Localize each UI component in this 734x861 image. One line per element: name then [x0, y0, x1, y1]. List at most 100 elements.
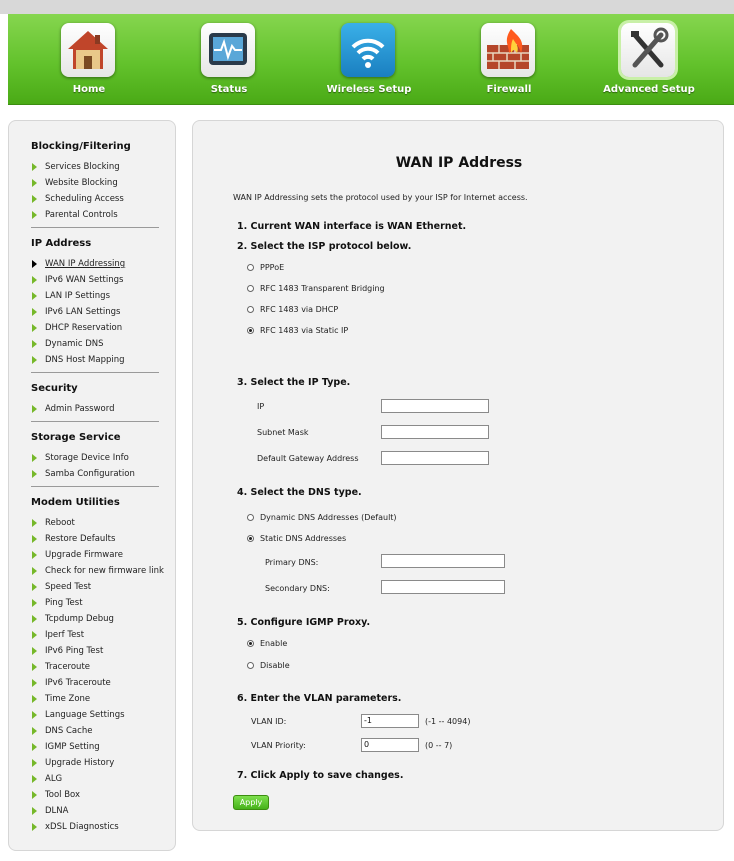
sidebar-item-storage-device-info[interactable]: Storage Device Info: [31, 450, 175, 466]
radio-button[interactable]: [247, 514, 254, 521]
arrow-icon: [32, 615, 37, 623]
arrow-icon: [32, 535, 37, 543]
step-7: 7. Click Apply to save changes.: [237, 770, 404, 781]
sidebar-item-dlna[interactable]: DLNA: [31, 803, 175, 819]
radio-button[interactable]: [247, 306, 254, 313]
radio-dynamic-dns[interactable]: Dynamic DNS Addresses (Default): [247, 513, 397, 522]
gateway-input[interactable]: [381, 451, 489, 465]
secondary-dns-label: Secondary DNS:: [265, 584, 330, 593]
arrow-icon: [32, 775, 37, 783]
arrow-icon: [32, 727, 37, 735]
sidebar-item-wan-ip-addressing[interactable]: WAN IP Addressing: [31, 256, 175, 272]
sidebar-item-igmp-setting[interactable]: IGMP Setting: [31, 739, 175, 755]
arrow-icon: [32, 759, 37, 767]
page-title: WAN IP Address: [395, 155, 523, 171]
radio-igmp-disable[interactable]: Disable: [247, 661, 290, 670]
radio-button-selected[interactable]: [247, 640, 254, 647]
sidebar-item-restore-defaults[interactable]: Restore Defaults: [31, 531, 175, 547]
secondary-dns-input[interactable]: [381, 580, 505, 594]
sidebar-item-xdsl-diagnostics[interactable]: xDSL Diagnostics: [31, 819, 175, 835]
primary-dns-input[interactable]: [381, 554, 505, 568]
sidebar-item-language-settings[interactable]: Language Settings: [31, 707, 175, 723]
arrow-icon: [32, 324, 37, 332]
sidebar-section-modem-utilities: Modem Utilities Reboot Restore Defaults …: [31, 497, 175, 835]
status-icon: [201, 23, 255, 77]
ip-label: IP: [257, 402, 265, 411]
sidebar-item-iperf-test[interactable]: Iperf Test: [31, 627, 175, 643]
nav-home[interactable]: Home: [34, 14, 144, 104]
arrow-icon: [32, 163, 37, 171]
nav-firewall-label: Firewall: [486, 84, 532, 95]
radio-button-selected[interactable]: [247, 327, 254, 334]
radio-igmp-enable[interactable]: Enable: [247, 639, 287, 648]
radio-button-selected[interactable]: [247, 535, 254, 542]
radio-rfc1483-dhcp[interactable]: RFC 1483 via DHCP: [247, 305, 338, 314]
sidebar-item-speed-test[interactable]: Speed Test: [31, 579, 175, 595]
arrow-icon: [32, 679, 37, 687]
arrow-icon: [32, 179, 37, 187]
sidebar-item-check-firmware-link[interactable]: Check for new firmware link: [31, 563, 175, 579]
sidebar-item-reboot[interactable]: Reboot: [31, 515, 175, 531]
sidebar-item-lan-ip-settings[interactable]: LAN IP Settings: [31, 288, 175, 304]
sidebar-item-time-zone[interactable]: Time Zone: [31, 691, 175, 707]
vlan-priority-input[interactable]: 0: [361, 738, 419, 752]
sidebar-divider: [31, 421, 159, 422]
nav-wireless-setup[interactable]: Wireless Setup: [314, 14, 424, 104]
arrow-icon: [32, 260, 37, 268]
primary-dns-label: Primary DNS:: [265, 558, 319, 567]
vlan-id-label: VLAN ID:: [251, 717, 287, 726]
sidebar-item-dns-host-mapping[interactable]: DNS Host Mapping: [31, 352, 175, 368]
sidebar-heading: Blocking/Filtering: [31, 141, 131, 152]
nav-status[interactable]: Status: [174, 14, 284, 104]
arrow-icon: [32, 551, 37, 559]
tools-icon: [621, 23, 675, 77]
nav-advanced-setup[interactable]: Advanced Setup: [594, 14, 704, 104]
sidebar-item-dns-cache[interactable]: DNS Cache: [31, 723, 175, 739]
sidebar-item-ipv6-traceroute[interactable]: IPv6 Traceroute: [31, 675, 175, 691]
radio-static-dns[interactable]: Static DNS Addresses: [247, 534, 346, 543]
sidebar-item-samba-configuration[interactable]: Samba Configuration: [31, 466, 175, 482]
ip-input[interactable]: [381, 399, 489, 413]
sidebar-item-admin-password[interactable]: Admin Password: [31, 401, 175, 417]
radio-button[interactable]: [247, 662, 254, 669]
sidebar-item-alg[interactable]: ALG: [31, 771, 175, 787]
sidebar-item-dhcp-reservation[interactable]: DHCP Reservation: [31, 320, 175, 336]
sidebar-item-scheduling-access[interactable]: Scheduling Access: [31, 191, 175, 207]
vlan-id-input[interactable]: -1: [361, 714, 419, 728]
arrow-icon: [32, 454, 37, 462]
sidebar-item-tool-box[interactable]: Tool Box: [31, 787, 175, 803]
step-6: 6. Enter the VLAN parameters.: [237, 693, 402, 704]
radio-rfc1483-bridging[interactable]: RFC 1483 Transparent Bridging: [247, 284, 385, 293]
page-description: WAN IP Addressing sets the protocol used…: [233, 193, 528, 202]
vlan-id-range: (-1 -- 4094): [425, 717, 471, 726]
sidebar-item-ipv6-lan-settings[interactable]: IPv6 LAN Settings: [31, 304, 175, 320]
sidebar-item-website-blocking[interactable]: Website Blocking: [31, 175, 175, 191]
sidebar-item-dynamic-dns[interactable]: Dynamic DNS: [31, 336, 175, 352]
radio-rfc1483-static-ip[interactable]: RFC 1483 via Static IP: [247, 326, 348, 335]
step-1: 1. Current WAN interface is WAN Ethernet…: [237, 221, 467, 232]
sidebar-item-services-blocking[interactable]: Services Blocking: [31, 159, 175, 175]
arrow-icon: [32, 695, 37, 703]
sidebar-item-parental-controls[interactable]: Parental Controls: [31, 207, 175, 223]
step-2: 2. Select the ISP protocol below.: [237, 241, 412, 252]
sidebar-item-tcpdump-debug[interactable]: Tcpdump Debug: [31, 611, 175, 627]
subnet-mask-input[interactable]: [381, 425, 489, 439]
sidebar-heading: Modem Utilities: [31, 497, 120, 508]
nav-status-label: Status: [210, 84, 248, 95]
vlan-priority-range: (0 -- 7): [425, 741, 453, 750]
sidebar-item-ping-test[interactable]: Ping Test: [31, 595, 175, 611]
sidebar-heading: Storage Service: [31, 432, 121, 443]
radio-button[interactable]: [247, 264, 254, 271]
sidebar-item-upgrade-firmware[interactable]: Upgrade Firmware: [31, 547, 175, 563]
radio-button[interactable]: [247, 285, 254, 292]
radio-pppoe[interactable]: PPPoE: [247, 263, 284, 272]
sidebar-item-ipv6-wan-settings[interactable]: IPv6 WAN Settings: [31, 272, 175, 288]
arrow-icon: [32, 340, 37, 348]
apply-button[interactable]: Apply: [233, 795, 269, 810]
step-3: 3. Select the IP Type.: [237, 377, 351, 388]
sidebar-item-upgrade-history[interactable]: Upgrade History: [31, 755, 175, 771]
sidebar-item-traceroute[interactable]: Traceroute: [31, 659, 175, 675]
nav-firewall[interactable]: Firewall: [454, 14, 564, 104]
sidebar-item-ipv6-ping-test[interactable]: IPv6 Ping Test: [31, 643, 175, 659]
arrow-icon: [32, 791, 37, 799]
